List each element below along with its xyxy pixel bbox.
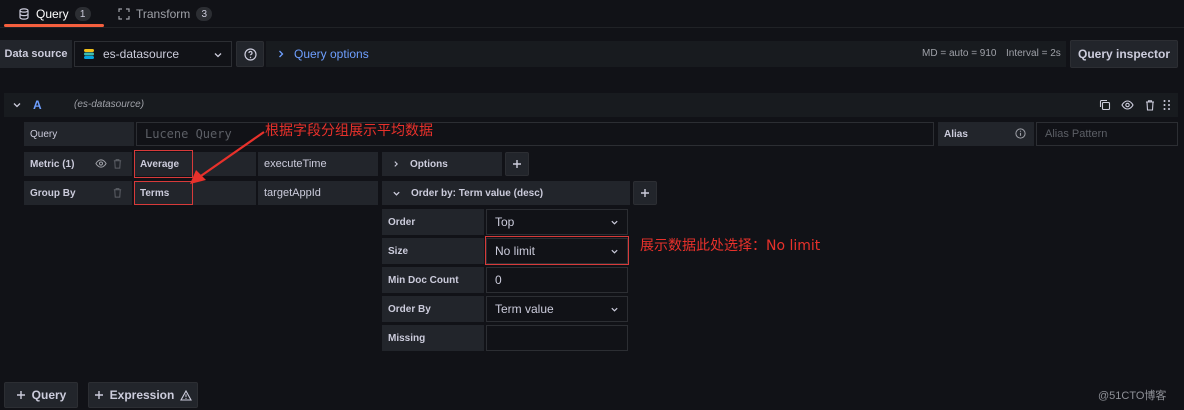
- metric-field-select[interactable]: executeTime: [258, 152, 378, 176]
- missing-label: Missing: [382, 325, 484, 351]
- watermark: @51CTO博客: [1098, 390, 1167, 402]
- order-value: Top: [495, 215, 515, 229]
- eye-icon[interactable]: [95, 158, 107, 169]
- annotation-group-average: 根据字段分组展示平均数据: [265, 123, 433, 139]
- size-label: Size: [382, 238, 484, 264]
- annotation-arrow: [190, 131, 265, 184]
- plus-icon: [640, 188, 650, 198]
- chevron-right-icon: [392, 160, 400, 168]
- order-by-select[interactable]: Term value: [486, 296, 628, 322]
- query-options-toggle[interactable]: Query options: [276, 47, 369, 61]
- annotation-size-no-limit: 展示数据此处选择：No limit: [640, 238, 821, 254]
- transform-icon: [118, 8, 130, 20]
- plus-icon: [512, 159, 522, 169]
- tab-transform-label: Transform: [136, 7, 191, 21]
- drag-handle-icon[interactable]: [1162, 99, 1172, 111]
- metric-label: Metric (1): [24, 152, 132, 176]
- tab-query-label: Query: [36, 7, 69, 21]
- add-group-by-button[interactable]: [633, 181, 657, 205]
- database-icon: [18, 8, 30, 20]
- min-doc-count-label: Min Doc Count: [382, 267, 484, 293]
- order-by-toggle[interactable]: Order by: Term value (desc): [382, 181, 630, 205]
- order-by-label: Order By: [382, 296, 484, 322]
- group-by-field-select[interactable]: targetAppId: [258, 181, 378, 205]
- tab-transform[interactable]: Transform 3: [118, 0, 213, 28]
- collapse-chevron-icon[interactable]: [12, 100, 22, 110]
- order-select[interactable]: Top: [486, 209, 628, 235]
- metric-label-text: Metric (1): [30, 158, 75, 170]
- add-expression-button[interactable]: Expression: [88, 382, 198, 408]
- min-doc-count-input[interactable]: 0: [486, 267, 628, 293]
- tab-transform-count: 3: [196, 7, 213, 21]
- elasticsearch-icon: [83, 48, 95, 60]
- chevron-down-icon: [392, 189, 401, 198]
- chevron-right-icon: [276, 49, 286, 59]
- query-row-datasource: (es-datasource): [74, 99, 145, 110]
- metric-options-label: Options: [410, 158, 448, 170]
- order-by-value: Term value: [495, 302, 554, 316]
- metric-options-toggle[interactable]: Options: [382, 152, 502, 176]
- query-inspector-button[interactable]: Query inspector: [1070, 40, 1178, 68]
- add-query-button[interactable]: Query: [4, 382, 78, 408]
- question-circle-icon: [243, 47, 257, 61]
- size-value: No limit: [495, 244, 536, 258]
- size-select[interactable]: No limit: [486, 238, 628, 264]
- add-expression-label: Expression: [109, 388, 175, 402]
- alias-placeholder: Alias Pattern: [1045, 128, 1108, 140]
- datasource-label: Data source: [0, 40, 72, 68]
- group-by-label-text: Group By: [30, 187, 76, 199]
- alias-label-text: Alias: [944, 128, 968, 140]
- missing-input[interactable]: [486, 325, 628, 351]
- plus-icon: [94, 390, 104, 400]
- plus-icon: [16, 390, 26, 400]
- group-by-label: Group By: [24, 181, 132, 205]
- trash-icon[interactable]: [112, 187, 123, 198]
- query-letter[interactable]: A: [33, 98, 42, 112]
- help-button[interactable]: [236, 41, 264, 67]
- chevron-down-icon: [610, 247, 619, 256]
- trash-icon[interactable]: [112, 158, 123, 169]
- active-tab-indicator: [4, 24, 104, 27]
- chevron-down-icon: [610, 305, 619, 314]
- editor-tabs: Query 1 Transform 3: [0, 0, 1184, 28]
- order-by-header-label: Order by: Term value (desc): [411, 187, 544, 199]
- add-query-label: Query: [31, 388, 67, 402]
- chevron-down-icon: [213, 50, 223, 60]
- trash-icon[interactable]: [1144, 99, 1156, 111]
- warning-icon: [180, 389, 193, 401]
- query-options-label: Query options: [294, 47, 369, 61]
- info-circle-icon: [1015, 128, 1026, 139]
- interval-text: Interval = 2s: [1006, 48, 1061, 59]
- query-label: Query: [24, 122, 134, 146]
- eye-icon[interactable]: [1121, 99, 1134, 111]
- datasource-name: es-datasource: [103, 47, 180, 61]
- order-label: Order: [382, 209, 484, 235]
- chevron-down-icon: [610, 218, 619, 227]
- max-data-points: MD = auto = 910: [922, 48, 997, 59]
- alias-label: Alias: [938, 122, 1034, 146]
- tab-query-count: 1: [74, 7, 91, 21]
- datasource-picker[interactable]: es-datasource: [74, 41, 232, 67]
- add-metric-button[interactable]: [505, 152, 529, 176]
- alias-input[interactable]: Alias Pattern: [1036, 122, 1178, 146]
- duplicate-icon[interactable]: [1099, 99, 1111, 111]
- query-row-header: [4, 93, 1178, 117]
